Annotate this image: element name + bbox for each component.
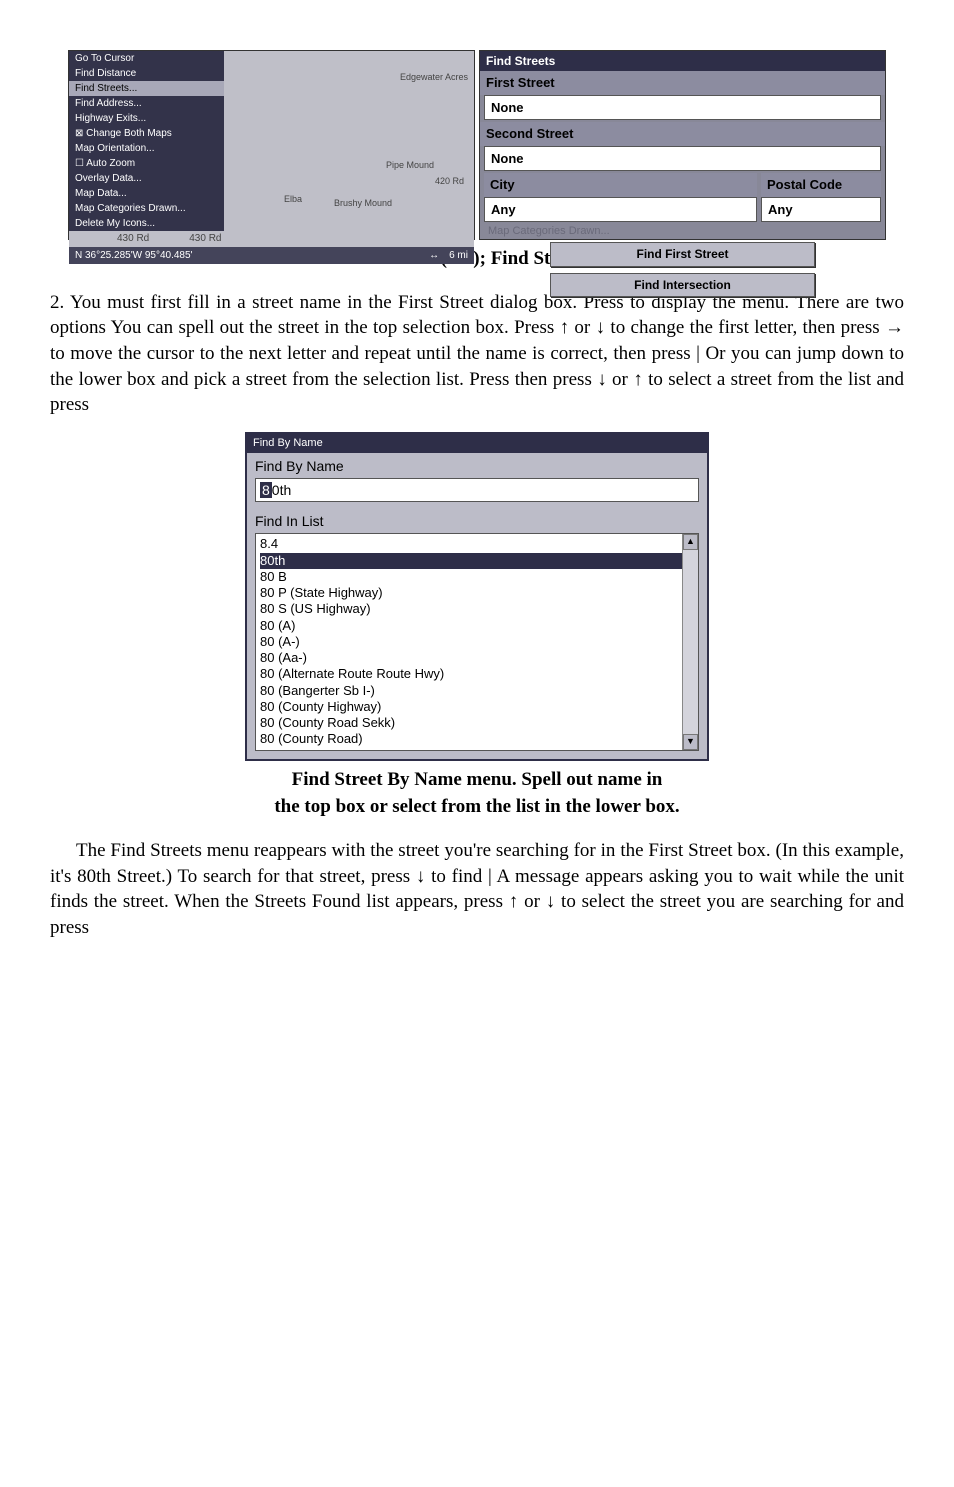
- menu-item[interactable]: Go To Cursor: [69, 51, 224, 66]
- menu-item-checked[interactable]: Change Both Maps: [69, 126, 224, 141]
- left-panel-top: Go To Cursor Find Distance Find Streets.…: [69, 51, 474, 231]
- menu-item[interactable]: Map Orientation...: [69, 141, 224, 156]
- map-area[interactable]: Edgewater Acres 420 Rd Elba Brushy Mound…: [224, 51, 474, 231]
- fbn-title: Find By Name: [247, 434, 707, 453]
- map-label: Edgewater Acres: [400, 71, 468, 83]
- paragraph-1: 2. You must first fill in a street name …: [50, 290, 904, 418]
- menu-item[interactable]: Highway Exits...: [69, 111, 224, 126]
- context-menu[interactable]: Go To Cursor Find Distance Find Streets.…: [69, 51, 224, 231]
- menu-item[interactable]: Map Categories Drawn...: [69, 201, 224, 216]
- menu-item[interactable]: Overlay Data...: [69, 171, 224, 186]
- fbn-label-name: Find By Name: [247, 453, 707, 478]
- map-label: Elba: [284, 193, 302, 205]
- list-item[interactable]: 80 (Aa-): [260, 650, 694, 666]
- map-bottom-labels: 430 Rd 430 Rd: [69, 231, 474, 247]
- fbn-input-rest: 0th: [272, 482, 291, 498]
- list-item[interactable]: 80 P (State Highway): [260, 585, 694, 601]
- scroll-up-icon[interactable]: ▲: [683, 534, 698, 550]
- status-lon: W 95°40.485': [133, 249, 193, 263]
- city-col: City: [484, 173, 757, 197]
- list-item[interactable]: 80 (A): [260, 618, 694, 634]
- menu-item-selected[interactable]: Find Streets...: [69, 81, 224, 96]
- scrollbar[interactable]: ▲ ▼: [682, 534, 698, 749]
- map-label: 430 Rd: [189, 232, 221, 246]
- list-item[interactable]: 80 (A-): [260, 634, 694, 650]
- list-item[interactable]: 80 B: [260, 569, 694, 585]
- list-item[interactable]: 80th: [260, 553, 694, 569]
- map-label: 420 Rd: [435, 175, 464, 187]
- fbn-name-input[interactable]: 80th: [255, 478, 699, 503]
- find-first-street-button[interactable]: Find First Street: [550, 242, 815, 266]
- map-label: 430 Rd: [117, 232, 149, 246]
- status-arrow-icon: ↔: [429, 249, 439, 263]
- list-item[interactable]: 80 (County Highway): [260, 699, 694, 715]
- fbn-list[interactable]: 8.480th80 B80 P (State Highway)80 S (US …: [255, 533, 699, 750]
- second-street-label: Second Street: [480, 122, 885, 146]
- menu-item[interactable]: Delete My Icons...: [69, 216, 224, 231]
- hint-text: Map Categories Drawn...: [480, 222, 885, 239]
- paragraph-2: The Find Streets menu reappears with the…: [50, 838, 904, 941]
- first-street-input[interactable]: None: [484, 95, 881, 121]
- menu-item[interactable]: Find Distance: [69, 66, 224, 81]
- figure-caption-2b: the top box or select from the list in t…: [50, 794, 904, 820]
- city-postal-inputs: Any Any: [480, 197, 885, 223]
- panel-title: Find Streets: [480, 51, 885, 71]
- right-panel: Find Streets First Street None Second St…: [479, 50, 886, 240]
- status-lat: N 36°25.285': [75, 249, 133, 263]
- figure-caption-2a: Find Street By Name menu. Spell out name…: [50, 767, 904, 793]
- city-input[interactable]: Any: [484, 197, 757, 223]
- list-item[interactable]: 80 S (US Highway): [260, 601, 694, 617]
- menu-item-unchecked[interactable]: Auto Zoom: [69, 156, 224, 171]
- left-panel: Go To Cursor Find Distance Find Streets.…: [68, 50, 475, 240]
- city-postal-row: City Postal Code: [480, 173, 885, 197]
- find-by-name-panel: Find By Name Find By Name 80th Find In L…: [245, 432, 709, 761]
- first-street-label: First Street: [480, 71, 885, 95]
- postal-col: Postal Code: [761, 173, 881, 197]
- menu-item[interactable]: Find Address...: [69, 96, 224, 111]
- list-item[interactable]: 80 (County Road): [260, 731, 694, 747]
- fbn-label-list: Find In List: [247, 508, 707, 533]
- map-label: Brushy Mound: [334, 197, 392, 209]
- menu-item[interactable]: Map Data...: [69, 186, 224, 201]
- status-scale: 6 mi: [449, 249, 468, 263]
- city-label: City: [484, 173, 757, 197]
- status-bar: N 36°25.285' W 95°40.485' ↔ 6 mi: [69, 247, 474, 265]
- figure-row: Go To Cursor Find Distance Find Streets.…: [50, 50, 904, 240]
- find-intersection-button[interactable]: Find Intersection: [550, 273, 815, 297]
- postal-input[interactable]: Any: [761, 197, 881, 223]
- second-street-input[interactable]: None: [484, 146, 881, 172]
- postal-label: Postal Code: [761, 173, 881, 197]
- list-item[interactable]: 80 (County Road Sekk): [260, 715, 694, 731]
- scroll-down-icon[interactable]: ▼: [683, 734, 698, 750]
- map-label: Pipe Mound: [386, 159, 434, 171]
- list-item[interactable]: 80 (Alternate Route Route Hwy): [260, 666, 694, 682]
- fbn-input-cursor: 8: [260, 482, 272, 498]
- list-item[interactable]: 80 (Bangerter Sb I-): [260, 683, 694, 699]
- list-item[interactable]: 8.4: [260, 536, 694, 552]
